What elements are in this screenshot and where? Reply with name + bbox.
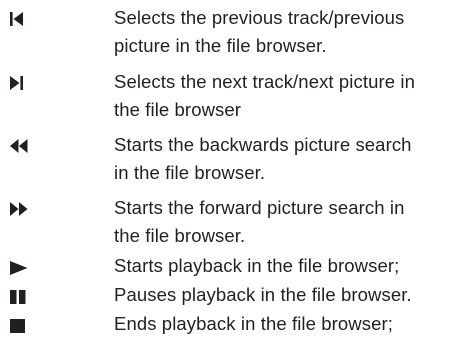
description-line: the file browser. (114, 225, 246, 246)
description-line: Selects the previous track/previous (114, 7, 405, 28)
stop-description: Ends playback in the file browser; (114, 310, 444, 338)
next-description: Selects the next track/next picture in t… (114, 68, 444, 124)
description-line: Selects the next track/next picture in (114, 71, 415, 92)
fast-forward-icon (9, 200, 33, 220)
description-line: Ends playback in the file browser; (114, 313, 393, 334)
pause-description: Pauses playback in the file browser. (114, 281, 444, 309)
description-line: Pauses playback in the file browser. (114, 284, 412, 305)
play-icon (9, 259, 33, 279)
rewind-description: Starts the backwards picture search in t… (114, 131, 444, 187)
forward-description: Starts the forward picture search in the… (114, 194, 444, 250)
description-line: Starts the backwards picture search (114, 134, 412, 155)
description-line: in the file browser. (114, 162, 266, 183)
description-line: Starts playback in the file browser; (114, 255, 400, 276)
stop-icon (9, 317, 33, 337)
play-description: Starts playback in the file browser; (114, 252, 444, 280)
previous-track-icon (9, 10, 33, 30)
description-line: picture in the file browser. (114, 35, 327, 56)
control-legend: Selects the previous track/previous pict… (0, 0, 449, 344)
description-line: the file browser (114, 99, 242, 120)
next-track-icon (9, 74, 33, 94)
fast-rewind-icon (9, 137, 33, 157)
pause-icon (9, 288, 33, 308)
previous-description: Selects the previous track/previous pict… (114, 4, 444, 60)
description-line: Starts the forward picture search in (114, 197, 405, 218)
